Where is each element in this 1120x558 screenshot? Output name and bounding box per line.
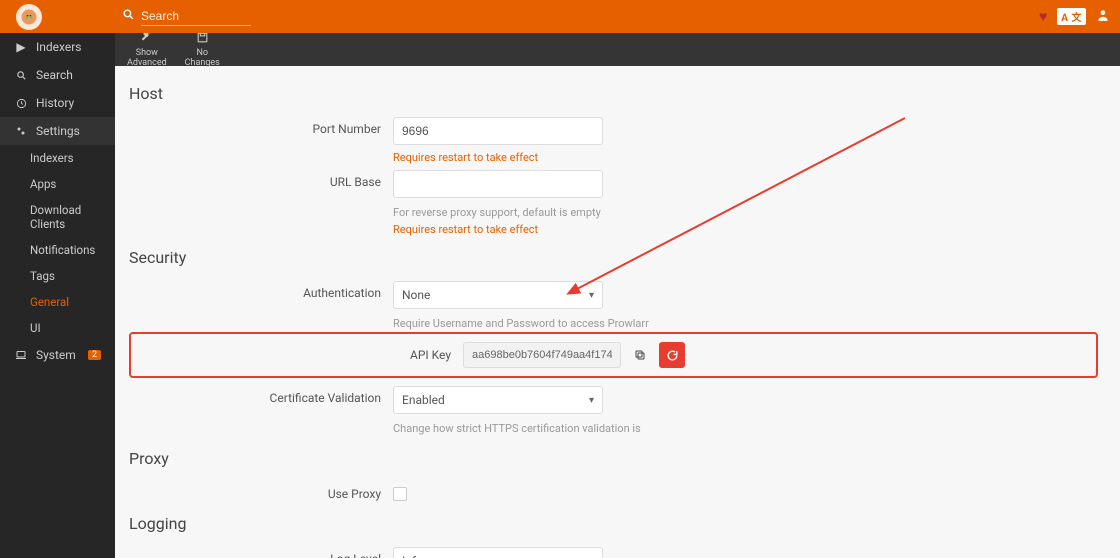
laptop-icon xyxy=(14,349,28,361)
settings-subnav: Indexers Apps Download Clients Notificat… xyxy=(0,145,115,341)
system-badge: 2 xyxy=(88,350,101,360)
cogs-icon xyxy=(14,125,28,137)
sidebar-item-history[interactable]: History xyxy=(0,89,115,117)
cert-value: Enabled xyxy=(402,393,445,407)
section-host: Host xyxy=(129,84,1106,103)
save-icon xyxy=(196,33,209,47)
auth-select[interactable]: None ▾ xyxy=(393,281,603,309)
subnav-indexers[interactable]: Indexers xyxy=(0,145,115,171)
sidebar-item-indexers[interactable]: ▶ Indexers xyxy=(0,33,115,61)
regenerate-button[interactable] xyxy=(659,342,685,368)
sidebar-item-label: History xyxy=(36,96,74,110)
subnav-notifications[interactable]: Notifications xyxy=(0,237,115,263)
search-icon xyxy=(14,70,28,81)
search-input[interactable] xyxy=(141,7,251,26)
subnav-apps[interactable]: Apps xyxy=(0,171,115,197)
show-advanced-button[interactable]: Show Advanced xyxy=(127,33,167,69)
sidebar-item-search[interactable]: Search xyxy=(0,61,115,89)
chevron-down-icon: ▾ xyxy=(589,395,594,406)
sidebar: ▶ Indexers Search History Settings Index… xyxy=(0,33,115,558)
cert-help: Change how strict HTTPS certification va… xyxy=(129,418,1106,443)
section-proxy: Proxy xyxy=(129,449,1106,468)
subnav-ui[interactable]: UI xyxy=(0,315,115,341)
cert-select[interactable]: Enabled ▾ xyxy=(393,386,603,414)
sidebar-item-label: Indexers xyxy=(36,40,81,54)
topbar: ♥ A 文 xyxy=(0,0,1120,33)
settings-content: Host Port Number Requires restart to tak… xyxy=(115,66,1120,558)
use-proxy-checkbox[interactable] xyxy=(393,487,407,501)
donate-icon[interactable]: ♥ xyxy=(1039,8,1047,25)
sidebar-item-label: System xyxy=(36,348,76,362)
app-logo[interactable] xyxy=(16,4,42,30)
section-logging: Logging xyxy=(129,514,1106,533)
subnav-tags[interactable]: Tags xyxy=(0,263,115,289)
clock-icon xyxy=(14,98,28,109)
urlbase-input[interactable] xyxy=(393,170,603,198)
use-proxy-label: Use Proxy xyxy=(129,482,393,501)
auth-value: None xyxy=(402,288,430,302)
user-icon[interactable] xyxy=(1096,8,1110,26)
chevron-down-icon: ▾ xyxy=(589,290,594,301)
port-label: Port Number xyxy=(129,117,393,136)
port-warn: Requires restart to take effect xyxy=(129,149,1106,170)
wrench-icon xyxy=(140,33,154,47)
language-badge[interactable]: A 文 xyxy=(1057,8,1086,25)
auth-help: Require Username and Password to access … xyxy=(129,313,1106,332)
search-icon xyxy=(122,8,135,25)
api-key-input[interactable] xyxy=(463,342,621,368)
api-key-highlight: API Key xyxy=(129,332,1098,378)
log-level-select[interactable]: Info ▾ xyxy=(393,547,603,558)
port-input[interactable] xyxy=(393,117,603,145)
sidebar-item-settings[interactable]: Settings xyxy=(0,117,115,145)
sidebar-item-system[interactable]: System 2 xyxy=(0,341,115,369)
topbar-right: ♥ A 文 xyxy=(1039,8,1110,26)
urlbase-label: URL Base xyxy=(129,170,393,189)
copy-button[interactable] xyxy=(627,342,653,368)
cert-label: Certificate Validation xyxy=(129,386,393,405)
page-toolbar: Show Advanced No Changes xyxy=(115,33,1120,66)
sidebar-item-label: Settings xyxy=(36,124,80,138)
api-key-label: API Key xyxy=(137,348,463,362)
save-button[interactable]: No Changes xyxy=(185,33,220,68)
urlbase-warn: Requires restart to take effect xyxy=(129,221,1106,242)
global-search xyxy=(122,7,251,26)
subnav-general[interactable]: General xyxy=(0,289,115,315)
log-level-label: Log Level xyxy=(129,547,393,558)
play-icon: ▶ xyxy=(14,40,28,54)
subnav-download-clients[interactable]: Download Clients xyxy=(0,197,115,237)
section-security: Security xyxy=(129,248,1106,267)
sidebar-item-label: Search xyxy=(36,68,73,82)
log-level-value: Info xyxy=(402,554,423,558)
auth-label: Authentication xyxy=(129,281,393,300)
